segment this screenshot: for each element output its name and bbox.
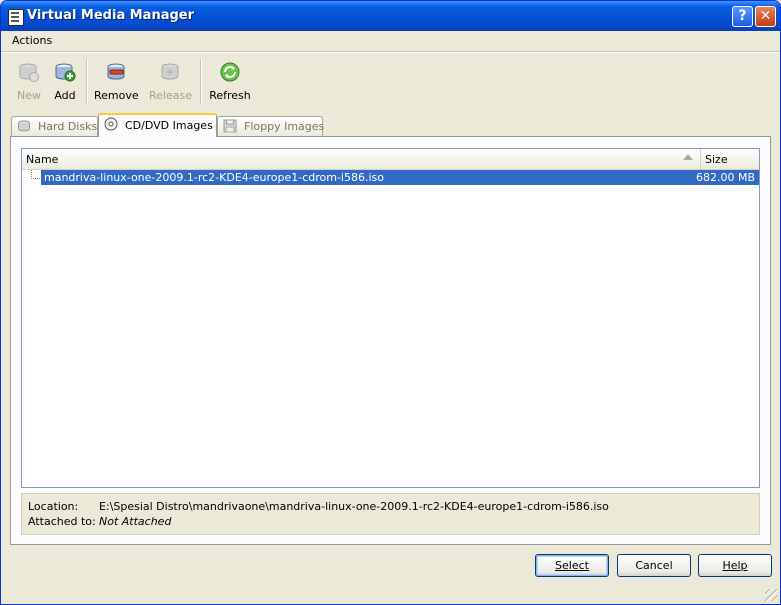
hard-disk-icon — [18, 120, 30, 132]
help-button-label: Help — [722, 559, 748, 572]
release-disk-icon — [161, 63, 179, 80]
menu-bar: Actions — [1, 31, 780, 51]
media-list[interactable]: Name Size mandriva-linux-one-2009.1-rc2-… — [21, 148, 760, 488]
menu-actions[interactable]: Actions — [12, 34, 52, 47]
virtual-media-manager-window: Virtual Media Manager ? ✕ Actions New Ad… — [0, 0, 781, 605]
column-name-label: Name — [26, 153, 59, 166]
list-item-size: 682.00 MB — [695, 171, 755, 184]
toolbar: New Add Remove Release Refresh — [1, 53, 780, 111]
location-value: E:\Spesial Distro\mandrivaone\mandriva-l… — [99, 500, 609, 513]
list-header: Name Size — [22, 149, 759, 170]
menu-divider — [1, 51, 780, 52]
list-item-name: mandriva-linux-one-2009.1-rc2-KDE4-europ… — [44, 171, 385, 184]
remove-label: Remove — [94, 89, 139, 102]
tab-hard-disks[interactable]: Hard Disks — [11, 116, 98, 136]
close-button[interactable]: ✕ — [755, 6, 776, 27]
new-disk-icon — [19, 63, 39, 82]
refresh-label: Refresh — [209, 89, 251, 102]
cd-dvd-icon — [104, 117, 118, 131]
tab-floppy-images[interactable]: Floppy Images — [217, 116, 325, 136]
floppy-icon — [223, 119, 237, 133]
add-disk-icon — [55, 63, 76, 82]
select-button[interactable]: Select — [535, 554, 609, 577]
column-header-name[interactable]: Name — [22, 149, 701, 169]
cancel-button[interactable]: Cancel — [617, 554, 691, 577]
tab-cd-dvd-label: CD/DVD Images — [125, 119, 213, 132]
new-label: New — [17, 89, 41, 102]
app-icon — [8, 9, 24, 26]
window-title: Virtual Media Manager — [27, 8, 195, 23]
add-label: Add — [54, 89, 76, 102]
remove-button[interactable]: Remove — [94, 57, 139, 107]
column-size-label: Size — [705, 153, 728, 166]
tab-floppy-label: Floppy Images — [244, 120, 325, 133]
help-title-button[interactable]: ? — [732, 6, 753, 27]
tab-panel: Name Size mandriva-linux-one-2009.1-rc2-… — [10, 136, 771, 545]
media-info-pane: Location: E:\Spesial Distro\mandrivaone\… — [21, 493, 760, 535]
refresh-icon — [220, 62, 240, 82]
select-button-label: Select — [555, 559, 589, 572]
new-button[interactable]: New — [13, 57, 45, 107]
help-button[interactable]: Help — [698, 554, 772, 577]
sort-ascending-icon — [683, 154, 693, 160]
title-bar[interactable]: Virtual Media Manager ? ✕ — [1, 1, 780, 31]
media-type-tabs: Hard Disks CD/DVD Images Floppy Images — [1, 113, 780, 137]
remove-disk-icon — [107, 63, 125, 80]
release-label: Release — [149, 89, 192, 102]
tab-cd-dvd-images[interactable]: CD/DVD Images — [98, 113, 217, 137]
refresh-button[interactable]: Refresh — [209, 57, 251, 107]
toolbar-separator — [86, 59, 87, 105]
tab-hard-disks-label: Hard Disks — [38, 120, 98, 133]
resize-grip[interactable] — [765, 589, 777, 601]
cancel-button-label: Cancel — [635, 559, 673, 572]
column-header-size[interactable]: Size — [701, 149, 759, 169]
attached-to-value: Not Attached — [99, 515, 172, 528]
list-item[interactable]: mandriva-linux-one-2009.1-rc2-KDE4-europ… — [22, 170, 759, 185]
location-label: Location: — [28, 500, 79, 513]
attached-to-label: Attached to: — [28, 515, 96, 528]
release-button[interactable]: Release — [149, 57, 192, 107]
add-button[interactable]: Add — [50, 57, 80, 107]
toolbar-separator — [200, 59, 201, 105]
